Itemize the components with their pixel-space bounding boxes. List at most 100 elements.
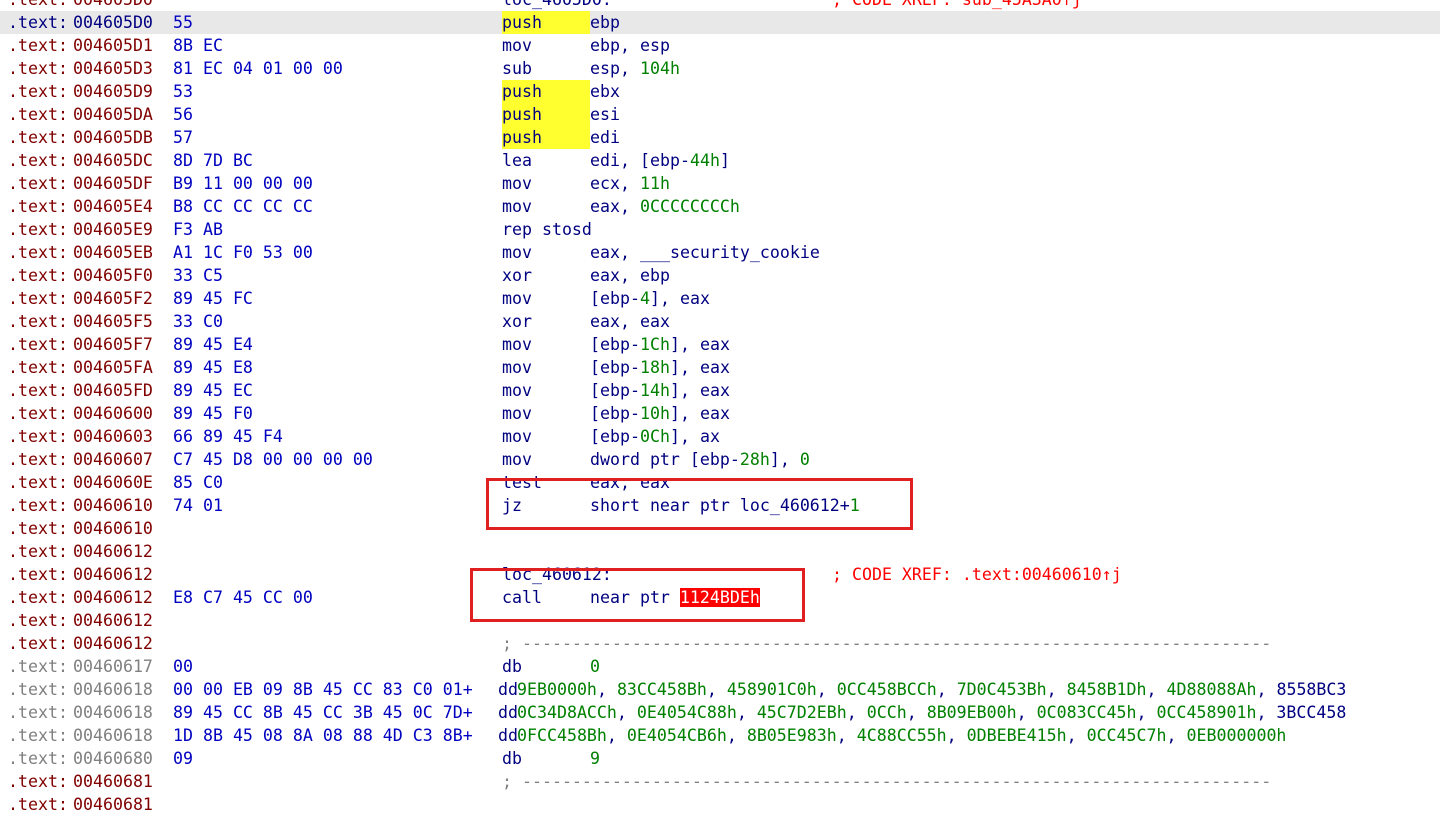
mnemonic[interactable]: sub xyxy=(502,57,590,80)
operands[interactable]: ecx, 11h xyxy=(590,174,670,193)
listing-row[interactable]: .text: 00460681 xyxy=(0,793,1440,816)
invalid-target-address[interactable]: 1124BDEh xyxy=(679,588,760,607)
address[interactable]: 00460618 xyxy=(73,678,153,701)
mnemonic[interactable]: push xyxy=(502,11,590,34)
mnemonic[interactable]: push xyxy=(502,103,590,126)
listing-row[interactable]: .text: 004605DB 57 push edi xyxy=(0,126,1440,149)
listing-row[interactable]: .text:004605D0 loc_4605D0: ; CODE XREF: su… xyxy=(0,0,1440,11)
operands[interactable]: [ebp-14h], eax xyxy=(590,381,730,400)
address[interactable]: 004605FD xyxy=(73,379,153,402)
operands[interactable]: dword ptr [ebp-28h], 0 xyxy=(590,450,810,469)
address[interactable]: 004605DF xyxy=(73,172,153,195)
listing-row[interactable]: .text: 00460617 00 db 0 xyxy=(0,655,1440,678)
code-label[interactable]: loc_460612: xyxy=(502,563,612,586)
mnemonic[interactable]: test xyxy=(502,471,590,494)
mnemonic[interactable]: rep stosd xyxy=(502,218,592,241)
address[interactable]: 004605EB xyxy=(73,241,153,264)
address[interactable]: 00460612 xyxy=(73,586,153,609)
address[interactable]: 004605E9 xyxy=(73,218,153,241)
mnemonic[interactable]: jz xyxy=(502,494,590,517)
instruction[interactable]: push ebp xyxy=(502,11,620,34)
operands[interactable]: [ebp-1Ch], eax xyxy=(590,335,730,354)
address[interactable]: 00460680 xyxy=(73,747,153,770)
address[interactable]: 00460618 xyxy=(73,724,153,747)
listing-row[interactable]: .text: 00460603 66 89 45 F4 mov [ebp-0Ch], a… xyxy=(0,425,1440,448)
mnemonic[interactable]: dd xyxy=(498,678,518,701)
instruction[interactable]: sub esp, 104h xyxy=(502,57,680,80)
instruction[interactable]: dd0C34D8ACCh, 0E4054C88h, 45C7D2EBh, 0CC… xyxy=(498,701,1346,724)
address[interactable]: 00460618 xyxy=(73,701,153,724)
mnemonic[interactable]: xor xyxy=(502,310,590,333)
operands[interactable]: esi xyxy=(590,105,620,124)
address[interactable]: 00460612 xyxy=(73,632,153,655)
operands[interactable]: eax, ebp xyxy=(590,266,670,285)
address[interactable]: 004605DC xyxy=(73,149,153,172)
instruction[interactable]: dd0FCC458Bh, 0E4054CB6h, 8B05E983h, 4C88… xyxy=(498,724,1286,747)
mnemonic[interactable]: mov xyxy=(502,402,590,425)
listing-row[interactable]: .text: 00460680 09 db 9 xyxy=(0,747,1440,770)
instruction[interactable]: mov ebp, esp xyxy=(502,34,670,57)
listing-row[interactable]: .text: 00460618 1D 8B 45 08 8A 08 88 4D C3… xyxy=(0,724,1440,747)
mnemonic[interactable]: dd xyxy=(498,724,518,747)
address[interactable]: 004605D0 xyxy=(73,0,153,11)
operands[interactable]: 0C34D8ACCh, 0E4054C88h, 45C7D2EBh, 0CCh,… xyxy=(517,703,1346,722)
listing-row[interactable]: .text: 004605E9 F3 AB rep stosd xyxy=(0,218,1440,241)
instruction[interactable]: xor eax, eax xyxy=(502,310,670,333)
listing-row[interactable]: .text: 004605DA 56 push esi xyxy=(0,103,1440,126)
mnemonic[interactable]: db xyxy=(502,747,590,770)
disassembly-listing[interactable]: .text:004605D0loc_4605D0:; CODE XREF: su… xyxy=(0,0,1440,816)
operands[interactable]: esp, 104h xyxy=(590,59,680,78)
mnemonic[interactable]: mov xyxy=(502,356,590,379)
mnemonic[interactable]: push xyxy=(502,126,590,149)
operands[interactable]: 0 xyxy=(590,657,600,676)
mnemonic[interactable]: mov xyxy=(502,34,590,57)
operands[interactable]: eax, eax xyxy=(590,473,670,492)
mnemonic[interactable]: mov xyxy=(502,241,590,264)
instruction[interactable]: mov ecx, 11h xyxy=(502,172,670,195)
address[interactable]: 00460607 xyxy=(73,448,153,471)
listing-row[interactable]: .text: 00460612 loc_460612: ; CODE XREF: .t… xyxy=(0,563,1440,586)
operands[interactable]: eax, ___security_cookie xyxy=(590,243,820,262)
operands[interactable]: [ebp-18h], eax xyxy=(590,358,730,377)
instruction[interactable]: mov [ebp-4], eax xyxy=(502,287,710,310)
listing-row[interactable]: .text: 004605F7 89 45 E4 mov [ebp-1Ch], eax xyxy=(0,333,1440,356)
listing-row[interactable]: .text: 00460607 C7 45 D8 00 00 00 00 mov dwo… xyxy=(0,448,1440,471)
operands[interactable]: [ebp-10h], eax xyxy=(590,404,730,423)
instruction[interactable]: jz short near ptr loc_460612+1 xyxy=(502,494,860,517)
mnemonic[interactable]: mov xyxy=(502,333,590,356)
mnemonic[interactable]: call xyxy=(502,586,590,609)
listing-row[interactable]: .text: 0046060E 85 C0 test eax, eax xyxy=(0,471,1440,494)
instruction[interactable]: mov eax, 0CCCCCCCCh xyxy=(502,195,740,218)
instruction[interactable]: db 0 xyxy=(502,655,600,678)
listing-row[interactable]: .text: 004605EB A1 1C F0 53 00 mov eax, ___s… xyxy=(0,241,1440,264)
address[interactable]: 00460612 xyxy=(73,540,153,563)
listing-row[interactable]: .text: 004605FA 89 45 E8 mov [ebp-18h], eax xyxy=(0,356,1440,379)
listing-row[interactable]: .text: 00460600 89 45 F0 mov [ebp-10h], eax xyxy=(0,402,1440,425)
listing-row[interactable]: .text: 004605D9 53 push ebx xyxy=(0,80,1440,103)
listing-row[interactable]: .text: 00460681 ; ------------------------… xyxy=(0,770,1440,793)
mnemonic[interactable]: db xyxy=(502,655,590,678)
operands[interactable]: 9 xyxy=(590,749,600,768)
operands[interactable]: ebx xyxy=(590,82,620,101)
listing-row[interactable]: .text: 00460612 E8 C7 45 CC 00 call near ptr… xyxy=(0,586,1440,609)
instruction[interactable]: push ebx xyxy=(502,80,620,103)
listing-row[interactable]: .text: 004605F0 33 C5 xor eax, ebp xyxy=(0,264,1440,287)
listing-row[interactable]: .text: 004605FD 89 45 EC mov [ebp-14h], eax xyxy=(0,379,1440,402)
listing-row[interactable]: .text: 004605E4 B8 CC CC CC CC mov eax, 0CCC… xyxy=(0,195,1440,218)
address[interactable]: 00460610 xyxy=(73,517,153,540)
instruction[interactable]: rep stosd xyxy=(502,218,592,241)
address[interactable]: 004605DA xyxy=(73,103,153,126)
address[interactable]: 00460681 xyxy=(73,793,153,816)
address[interactable]: 00460681 xyxy=(73,770,153,793)
instruction[interactable]: db 9 xyxy=(502,747,600,770)
address[interactable]: 00460600 xyxy=(73,402,153,425)
operands[interactable]: [ebp-4], eax xyxy=(590,289,710,308)
listing-row[interactable]: .text: 004605D1 8B EC mov ebp, esp xyxy=(0,34,1440,57)
instruction[interactable]: mov [ebp-10h], eax xyxy=(502,402,730,425)
operands[interactable]: ebp xyxy=(590,13,620,32)
mnemonic[interactable]: dd xyxy=(498,701,518,724)
instruction[interactable]: mov [ebp-0Ch], ax xyxy=(502,425,720,448)
mnemonic[interactable]: xor xyxy=(502,264,590,287)
instruction[interactable]: mov dword ptr [ebp-28h], 0 xyxy=(502,448,810,471)
instruction[interactable]: lea edi, [ebp-44h] xyxy=(502,149,730,172)
